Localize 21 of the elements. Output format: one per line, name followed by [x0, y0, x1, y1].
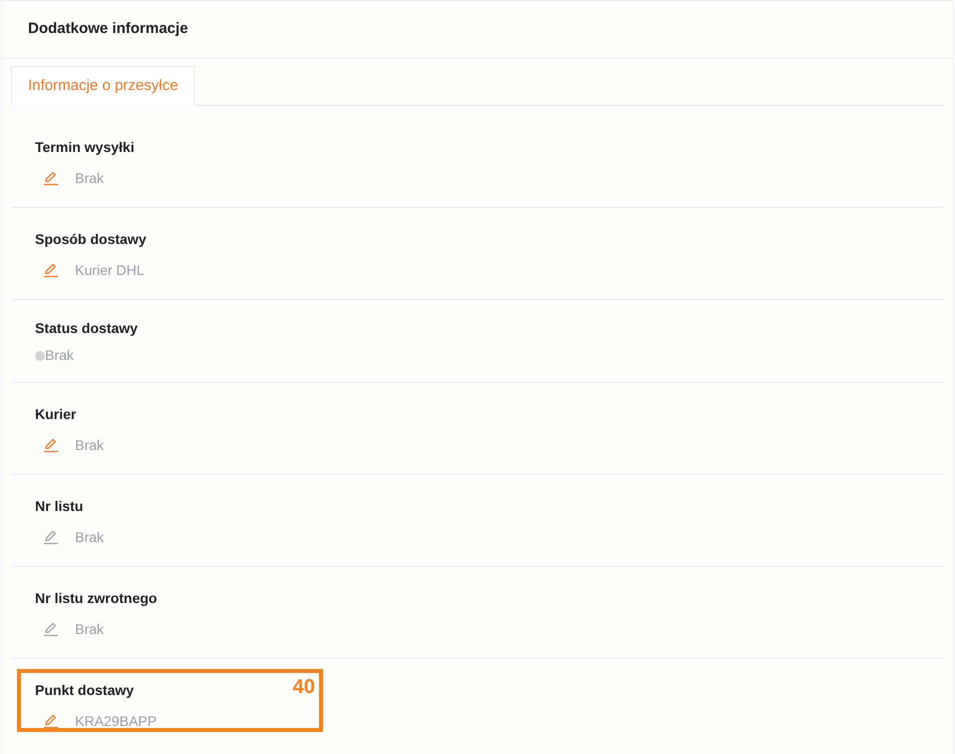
pencil-icon[interactable] — [43, 262, 59, 278]
field-value: Brak — [75, 168, 104, 188]
field-value: Brak — [45, 346, 74, 365]
field-label: Kurier — [35, 405, 76, 423]
field-label: Nr listu — [35, 497, 84, 515]
field-value: Kurier DHL — [75, 260, 144, 280]
field-label: Punkt dostawy — [35, 681, 134, 699]
tab[interactable]: Informacje o przesyłce — [11, 66, 196, 106]
pencil-icon[interactable] — [43, 170, 59, 186]
field-label: Status dostawy — [35, 319, 138, 337]
field-label: Termin wysyłki — [35, 138, 134, 156]
field-value: Brak — [75, 436, 104, 454]
pencil-icon[interactable] — [43, 713, 59, 729]
field-label: Sposób dostawy — [35, 230, 146, 248]
field-value: Brak — [75, 620, 104, 638]
panel-title: Dodatkowe informacje — [28, 19, 188, 40]
pencil-icon[interactable] — [43, 437, 59, 453]
marker-number: 40 — [292, 675, 316, 700]
field-value: Brak — [75, 528, 104, 546]
field-value: KRA29BAPP — [75, 712, 157, 730]
field-label: Nr listu zwrotnego — [35, 589, 158, 607]
